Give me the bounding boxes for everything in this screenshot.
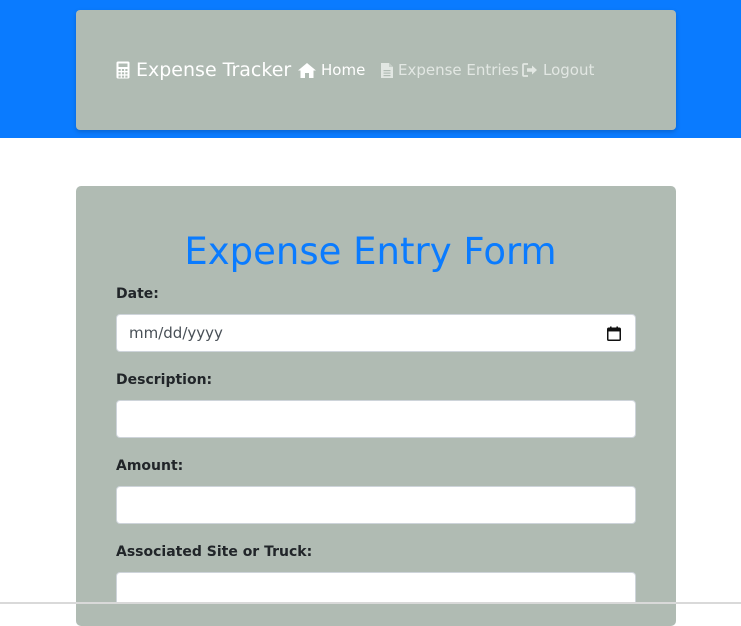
nav-home-link[interactable]: Home bbox=[298, 60, 365, 80]
description-label: Description: bbox=[116, 372, 213, 388]
nav-logout-label: Logout bbox=[543, 61, 595, 79]
nav-logout-link[interactable]: Logout bbox=[522, 60, 594, 80]
brand[interactable]: Expense Tracker bbox=[116, 58, 291, 82]
home-icon bbox=[298, 62, 316, 78]
description-field[interactable] bbox=[116, 400, 636, 438]
date-label: Date: bbox=[116, 286, 159, 302]
date-field[interactable]: mm/dd/yyyy bbox=[116, 314, 636, 352]
date-placeholder: mm/dd/yyyy bbox=[129, 324, 223, 342]
site-or-truck-field[interactable] bbox=[116, 572, 636, 602]
site-or-truck-label: Associated Site or Truck: bbox=[116, 544, 313, 560]
brand-text: Expense Tracker bbox=[136, 59, 292, 81]
form-title: Expense Entry Form bbox=[184, 230, 557, 273]
nav-expense-entries-link[interactable]: Expense Entries bbox=[381, 60, 519, 80]
logout-icon bbox=[522, 63, 538, 77]
calendar-icon[interactable] bbox=[607, 326, 621, 341]
calculator-icon bbox=[116, 61, 130, 79]
amount-field[interactable] bbox=[116, 486, 636, 524]
nav-home-label: Home bbox=[321, 61, 366, 79]
document-icon bbox=[381, 62, 393, 78]
navbar: Expense Tracker Home Expense Entries Log… bbox=[76, 10, 676, 130]
nav-expense-entries-label: Expense Entries bbox=[398, 61, 519, 79]
amount-label: Amount: bbox=[116, 458, 184, 474]
